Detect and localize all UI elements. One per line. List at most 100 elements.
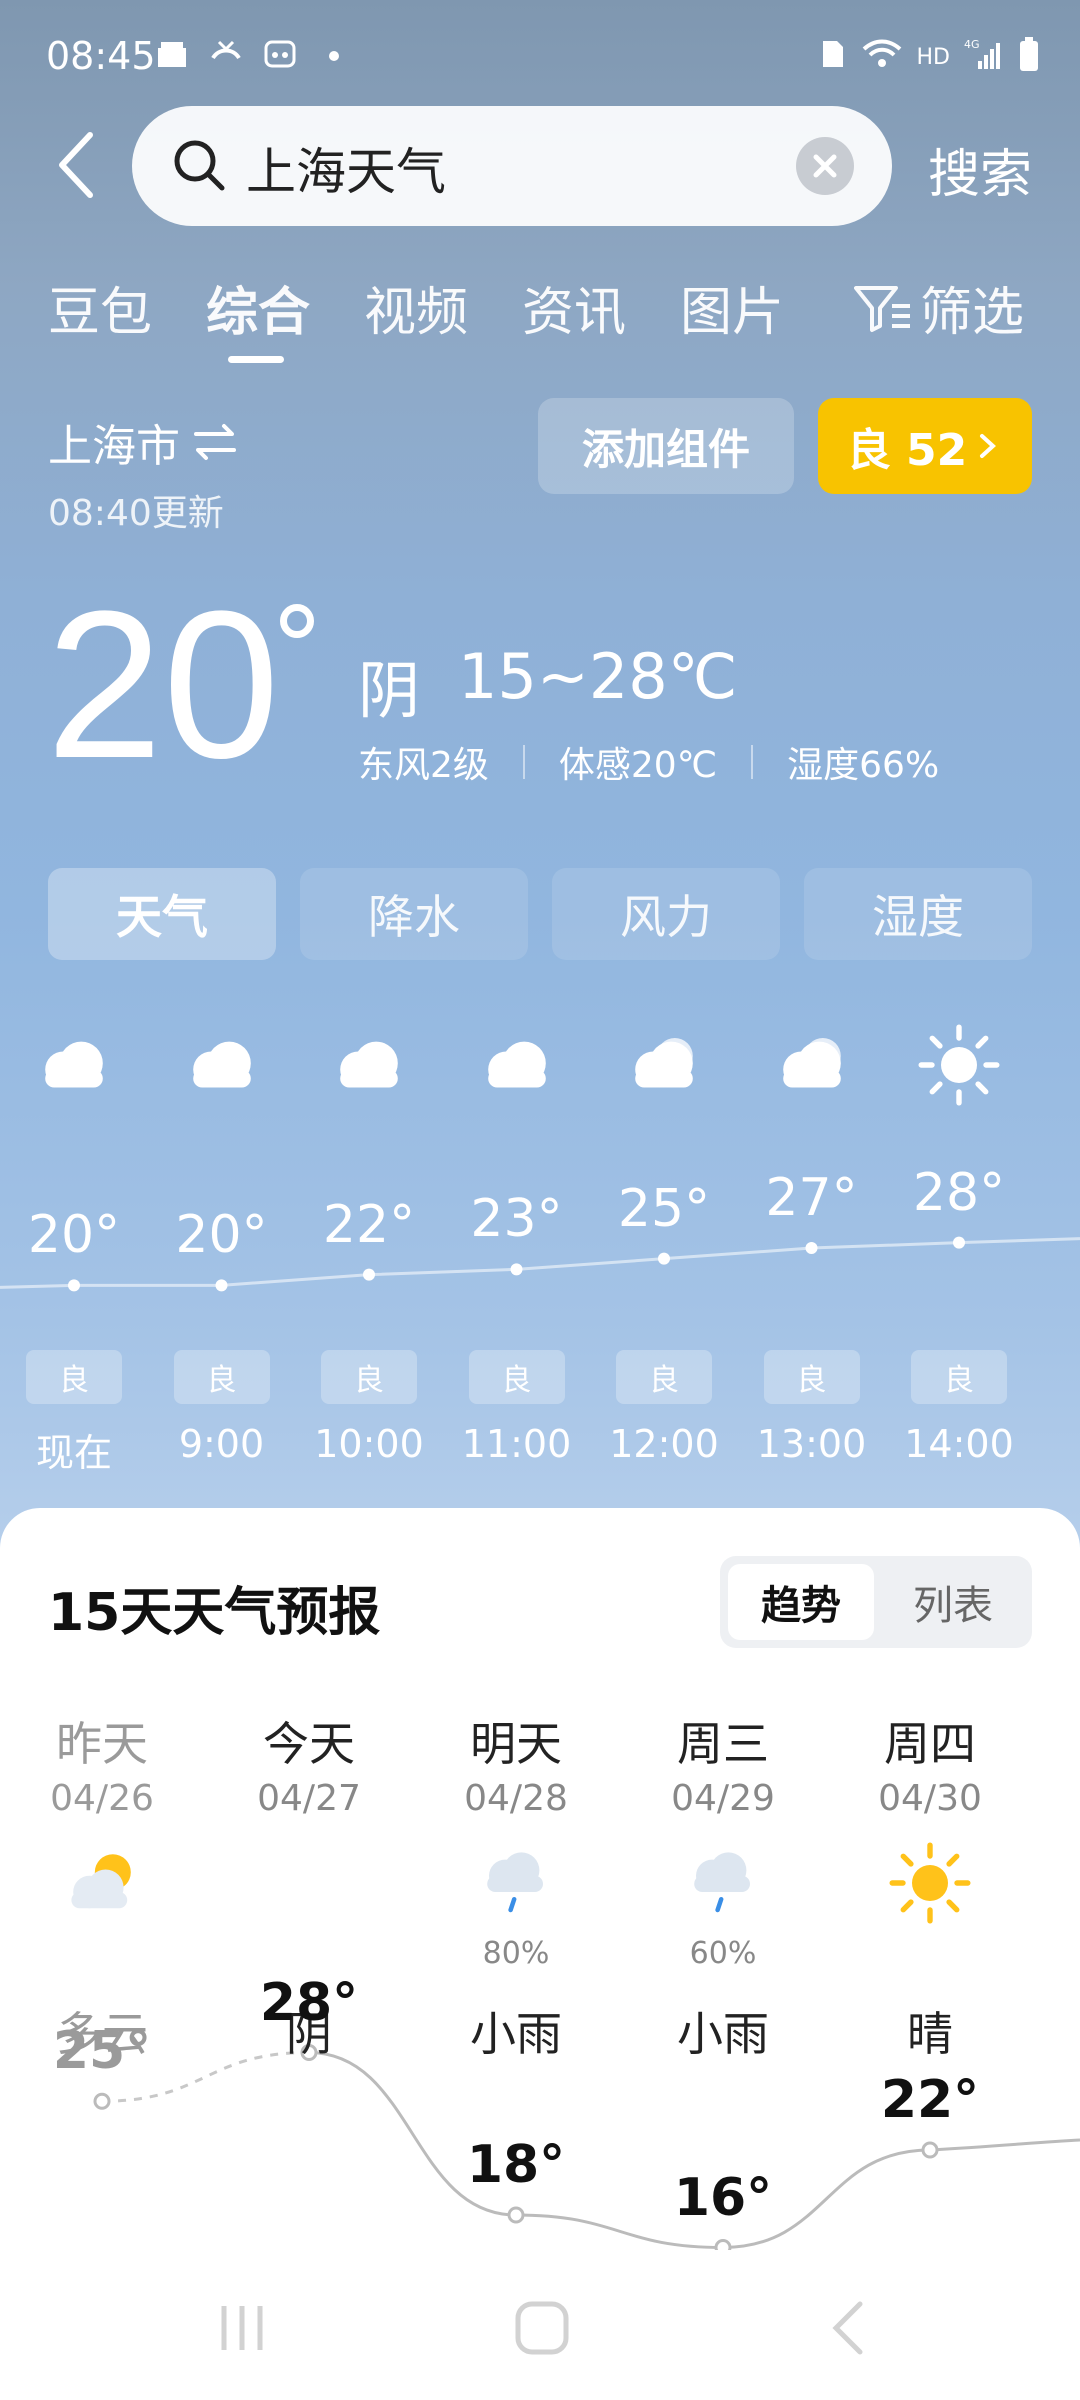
wifi-icon	[861, 37, 903, 77]
cloud-icon	[264, 1838, 354, 1932]
recent-apps-button[interactable]	[214, 2300, 270, 2360]
search-button[interactable]: 搜索	[928, 132, 1032, 207]
tab-comprehensive[interactable]: 综合	[206, 270, 310, 345]
network-badge: HD	[916, 44, 950, 70]
cloudy-icon	[619, 1020, 709, 1114]
forecast-title: 15天天气预报	[48, 1583, 381, 1643]
status-time: 08:45	[46, 34, 156, 78]
day-name: 今天	[263, 1717, 355, 1771]
back-arrow-icon	[59, 132, 93, 198]
home-button[interactable]	[512, 2298, 572, 2362]
nav-back-icon	[832, 2301, 863, 2355]
view-toggle: 趋势 列表	[720, 1556, 1032, 1648]
tab-filter-label: 筛选	[920, 283, 1025, 343]
active-tab-indicator	[228, 356, 284, 363]
day-date: 04/30	[878, 1778, 982, 1819]
tab-images[interactable]: 图片	[680, 270, 784, 345]
hour-aqi: 良	[468, 1350, 565, 1404]
hourly-point	[953, 1236, 965, 1249]
day-name: 昨天	[56, 1717, 148, 1771]
hour-time: 14:00	[904, 1422, 1014, 1466]
cloud-icon	[324, 1020, 414, 1114]
clear-search-button[interactable]	[796, 137, 854, 195]
nav-back-button[interactable]	[822, 2298, 872, 2362]
hour-temperature: 22°	[322, 1194, 416, 1255]
hour-aqi: 良	[763, 1350, 860, 1404]
toggle-trend[interactable]: 趋势	[728, 1564, 874, 1640]
filter-icon	[854, 285, 910, 332]
day-condition: 晴	[907, 2007, 953, 2061]
system-navigation-bar	[0, 2250, 1080, 2400]
city-name: 上海市	[48, 421, 180, 472]
location-selector[interactable]: 上海市	[48, 410, 240, 474]
day-date: 04/29	[671, 1778, 775, 1819]
missed-call-icon	[209, 36, 243, 70]
wind-info: 东风2级	[358, 745, 489, 786]
home-icon	[515, 2301, 569, 2355]
update-time: 08:40更新	[48, 493, 224, 534]
daily-forecast[interactable]: 昨天 04/26 多云 25° 今天 04/27 阴 28° 明天 04/28 80% 小雨 18° 周三…	[0, 1668, 1080, 2268]
daily-line-segment	[929, 2138, 1080, 2152]
divider	[522, 745, 525, 779]
day-date: 04/27	[257, 1778, 361, 1819]
hour-temperature: 28°	[912, 1162, 1006, 1223]
add-widget-button[interactable]: 添加组件	[538, 398, 794, 494]
current-temperature: 20	[46, 567, 280, 802]
tab-video[interactable]: 视频	[364, 270, 468, 345]
segment-precipitation[interactable]: 降水	[300, 868, 528, 960]
day-high-temperature: 25°	[52, 2021, 152, 2082]
daily-point	[93, 2092, 111, 2110]
toggle-list[interactable]: 列表	[880, 1564, 1026, 1640]
segment-humidity[interactable]: 湿度	[804, 868, 1032, 960]
day-condition: 小雨	[470, 2007, 562, 2061]
aqi-label: 良 52	[846, 425, 968, 476]
search-bar[interactable]: 上海天气	[132, 106, 892, 226]
hour-time: 现在	[35, 1431, 112, 1475]
hourly-point	[68, 1279, 80, 1292]
recent-apps-icon	[221, 2306, 263, 2350]
day-high-temperature: 22°	[880, 2070, 980, 2130]
hour-aqi: 良	[321, 1350, 417, 1404]
humidity: 湿度66%	[787, 745, 940, 786]
divider	[751, 745, 754, 779]
close-icon	[813, 154, 837, 178]
sim-icon	[817, 37, 847, 77]
search-tabs: 豆包 综合 视频 资讯 图片 筛选	[0, 270, 1080, 370]
tab-filter[interactable]: 筛选	[850, 270, 1024, 345]
hour-time: 11:00	[461, 1422, 572, 1466]
status-bar: 08:45 HD 4G	[0, 0, 1080, 120]
hour-time: 10:00	[314, 1422, 424, 1466]
day-high-temperature: 28°	[259, 1972, 359, 2033]
battery-icon	[1018, 36, 1040, 78]
search-input[interactable]: 上海天气	[246, 132, 446, 204]
tab-news[interactable]: 资讯	[522, 270, 626, 345]
aqi-badge-button[interactable]: 良 52	[818, 398, 1032, 494]
day-name: 周四	[884, 1717, 976, 1771]
day-date: 04/28	[464, 1778, 568, 1819]
tab-doubao[interactable]: 豆包	[48, 270, 152, 345]
gift-icon	[155, 36, 189, 70]
segment-wind[interactable]: 风力	[552, 868, 780, 960]
back-button[interactable]	[50, 125, 110, 205]
hour-aqi: 良	[616, 1350, 712, 1404]
app-notification-icon	[263, 36, 297, 70]
hourly-point	[805, 1242, 818, 1254]
hourly-forecast[interactable]: 20° 良现在 20° 良 9:00 22° 良 10:00 23° 良 11:00 25° 良 12:0…	[0, 1000, 1080, 1490]
hour-aqi: 良	[911, 1350, 1007, 1404]
hourly-point	[363, 1268, 375, 1281]
degree-symbol	[280, 604, 314, 638]
cloud-icon	[177, 1020, 267, 1114]
hour-temperature: 23°	[470, 1189, 563, 1250]
dot-icon	[317, 36, 351, 70]
svg-text:4G: 4G	[964, 38, 980, 51]
notification-icons	[155, 36, 351, 70]
current-condition: 阴	[358, 654, 421, 727]
sun-icon	[885, 1838, 975, 1932]
hour-temperature: 27°	[765, 1168, 858, 1228]
segment-weather[interactable]: 天气	[48, 868, 276, 960]
precipitation-probability: 60%	[689, 1936, 757, 1971]
hour-aqi: 良	[26, 1350, 122, 1404]
hour-temperature: 25°	[617, 1178, 711, 1239]
hour-temperature: 20°	[27, 1205, 121, 1266]
daily-point	[507, 2206, 525, 2224]
